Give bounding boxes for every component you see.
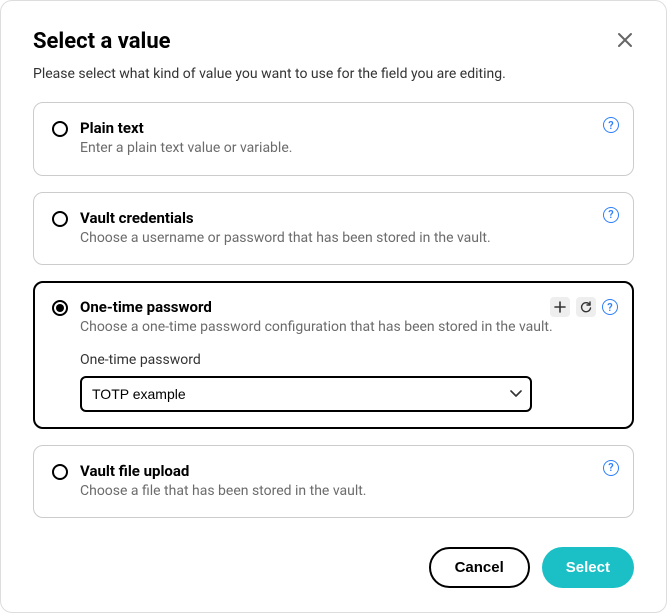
- help-icon[interactable]: ?: [603, 460, 619, 476]
- select-value-modal: Select a value Please select what kind o…: [0, 0, 667, 613]
- cancel-button[interactable]: Cancel: [429, 547, 530, 588]
- option-desc: Choose a username or password that has b…: [80, 229, 617, 249]
- option-desc: Enter a plain text value or variable.: [80, 139, 617, 159]
- option-row: Vault file upload Choose a file that has…: [52, 462, 617, 502]
- option-content: One-time password Choose a one-time pass…: [80, 298, 617, 338]
- option-content: Vault file upload Choose a file that has…: [80, 462, 617, 502]
- radio-one-time-password[interactable]: [52, 300, 68, 316]
- close-icon[interactable]: [616, 31, 634, 52]
- modal-description: Please select what kind of value you wan…: [33, 66, 634, 82]
- option-content: Vault credentials Choose a username or p…: [80, 209, 617, 249]
- modal-header: Select a value: [33, 29, 634, 54]
- card-actions: ?: [603, 117, 619, 133]
- otp-select-wrap: TOTP example: [80, 376, 532, 412]
- options-list: ? Plain text Enter a plain text value or…: [33, 102, 634, 518]
- option-vault-credentials[interactable]: ? Vault credentials Choose a username or…: [33, 192, 634, 266]
- option-row: Plain text Enter a plain text value or v…: [52, 119, 617, 159]
- option-title: Vault file upload: [80, 462, 617, 480]
- option-title: Plain text: [80, 119, 617, 137]
- option-plain-text[interactable]: ? Plain text Enter a plain text value or…: [33, 102, 634, 176]
- card-actions: ?: [603, 460, 619, 476]
- option-desc: Choose a one-time password configuration…: [80, 318, 617, 338]
- otp-field-label: One-time password: [80, 352, 617, 368]
- otp-form: One-time password TOTP example: [52, 352, 617, 412]
- option-row: One-time password Choose a one-time pass…: [52, 298, 617, 338]
- option-vault-file-upload[interactable]: ? Vault file upload Choose a file that h…: [33, 445, 634, 519]
- radio-vault-credentials[interactable]: [52, 211, 68, 227]
- modal-footer: Cancel Select: [33, 527, 634, 588]
- card-actions: ?: [603, 207, 619, 223]
- option-content: Plain text Enter a plain text value or v…: [80, 119, 617, 159]
- option-title: Vault credentials: [80, 209, 617, 227]
- card-actions: ?: [550, 297, 618, 317]
- option-one-time-password[interactable]: ? One-time password Choose a one-time pa…: [33, 281, 634, 429]
- option-desc: Choose a file that has been stored in th…: [80, 482, 617, 502]
- option-title: One-time password: [80, 298, 617, 316]
- radio-plain-text[interactable]: [52, 121, 68, 137]
- modal-title: Select a value: [33, 29, 171, 54]
- help-icon[interactable]: ?: [603, 207, 619, 223]
- otp-select[interactable]: TOTP example: [80, 376, 532, 412]
- select-button[interactable]: Select: [542, 547, 634, 588]
- refresh-button[interactable]: [576, 297, 596, 317]
- help-icon[interactable]: ?: [603, 117, 619, 133]
- radio-vault-file-upload[interactable]: [52, 464, 68, 480]
- help-icon[interactable]: ?: [602, 299, 618, 315]
- add-button[interactable]: [550, 297, 570, 317]
- option-row: Vault credentials Choose a username or p…: [52, 209, 617, 249]
